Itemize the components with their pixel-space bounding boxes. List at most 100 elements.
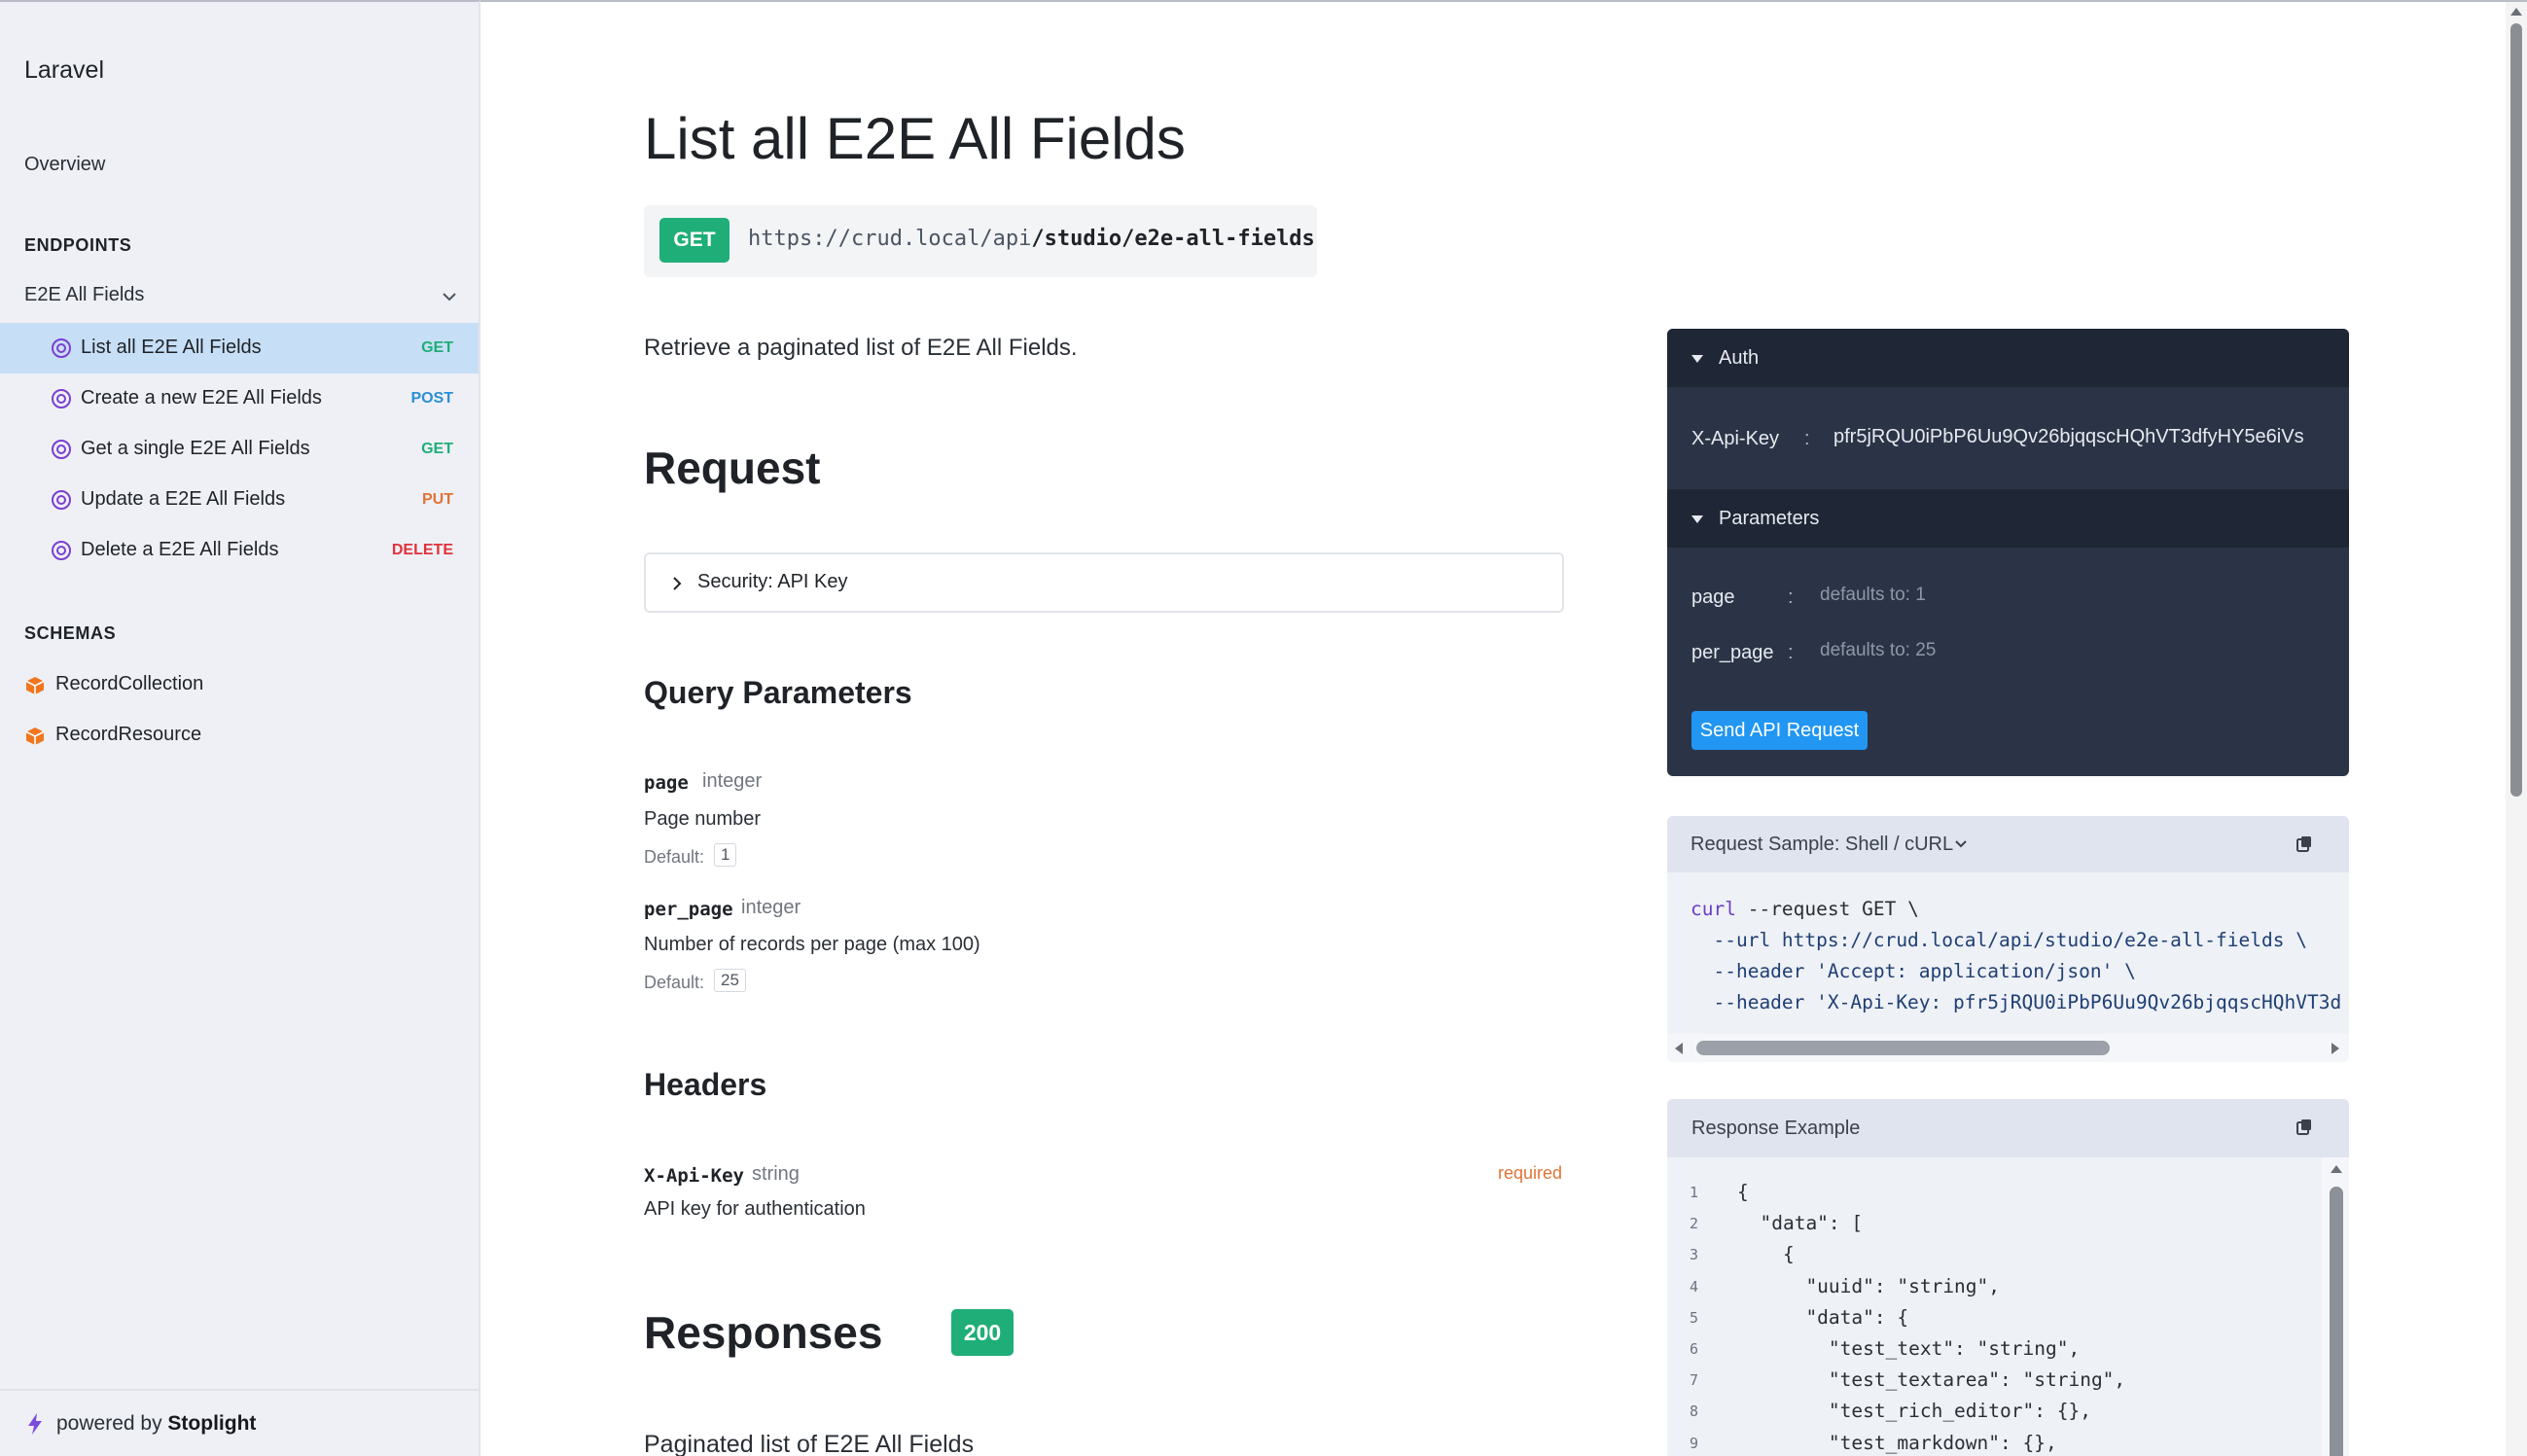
code-line: 9 "test_markdown": {}, [1667, 1428, 2319, 1456]
param-default-value: 25 [714, 969, 746, 992]
scrollbar-thumb[interactable] [1696, 1041, 2110, 1055]
code-text: --url https://crud.local/api/studio/e2e-… [1691, 929, 2307, 951]
colon: : [1788, 586, 1794, 608]
top-border [480, 0, 2527, 2]
param-name-page: page [644, 772, 689, 794]
header-description: API key for authentication [644, 1198, 866, 1220]
scroll-right-arrow-icon[interactable] [2330, 1042, 2341, 1055]
param-type: integer [702, 770, 763, 792]
sidebar-item-create[interactable]: Create a new E2E All Fields POST [0, 373, 479, 424]
endpoint-group-toggle[interactable]: E2E All Fields [24, 284, 460, 313]
code-command: curl [1691, 898, 1736, 920]
param-default-label: Default: [644, 973, 705, 992]
sidebar-item-update[interactable]: Update a E2E All Fields PUT [0, 475, 479, 525]
scroll-left-arrow-icon[interactable] [1673, 1042, 1685, 1055]
sidebar-item-list-all[interactable]: List all E2E All Fields GET [0, 323, 479, 373]
code-line: --url https://crud.local/api/studio/e2e-… [1691, 925, 2341, 956]
param-key-per-page: per_page [1691, 642, 1774, 663]
line-number: 8 [1690, 1403, 1699, 1421]
powered-by-footer[interactable]: powered by Stoplight [0, 1389, 479, 1456]
sidebar-item-label: Create a new E2E All Fields [81, 387, 322, 408]
code-text: "test_textarea": "string", [1737, 1368, 2126, 1392]
method-badge-delete: DELETE [391, 542, 453, 558]
caret-down-icon [1691, 515, 1703, 523]
endpoint-target-icon [52, 440, 71, 459]
sidebar-item-delete[interactable]: Delete a E2E All Fields DELETE [0, 525, 479, 576]
code-line: 6 "test_text": "string", [1667, 1333, 2319, 1365]
powered-by-prefix: powered by [56, 1412, 162, 1435]
curl-code-block: curl --request GET \ --url https://crud.… [1691, 894, 2341, 1018]
code-line: 7 "test_textarea": "string", [1667, 1365, 2319, 1396]
response-code-tab-200[interactable]: 200 [951, 1309, 1014, 1356]
horizontal-scrollbar[interactable] [1667, 1034, 2349, 1062]
line-number: 9 [1690, 1434, 1699, 1452]
code-line: 1{ [1667, 1177, 2319, 1208]
code-line: 4 "uuid": "string", [1667, 1271, 2319, 1302]
endpoint-target-icon [52, 389, 71, 408]
response-example-title: Response Example [1691, 1118, 1861, 1139]
code-text: "test_rich_editor": {}, [1737, 1400, 2091, 1423]
line-number: 5 [1690, 1308, 1699, 1327]
code-line: curl --request GET \ [1691, 894, 2341, 925]
page-scrollbar[interactable] [2506, 2, 2527, 1456]
security-label: Security: API Key [697, 571, 848, 592]
response-example-panel: Response Example 1{2 "data": [3 {4 "uuid… [1667, 1099, 2349, 1456]
code-text: --request GET \ [1735, 898, 1919, 920]
page-scrollbar-thumb[interactable] [2510, 23, 2522, 797]
schemas-section-title: SCHEMAS [24, 623, 117, 643]
sidebar-item-label: Delete a E2E All Fields [81, 539, 279, 560]
code-text: { [1737, 1243, 1795, 1266]
endpoint-url[interactable]: https://crud.local/api/studio/e2e-all-fi… [748, 227, 1315, 251]
method-badge: GET [659, 218, 730, 263]
request-sample-panel: Request Sample: Shell / cURL curl --requ… [1667, 816, 2349, 1062]
chevron-down-icon [443, 293, 456, 302]
method-badge-get: GET [421, 441, 453, 457]
scroll-up-arrow-icon[interactable] [2509, 6, 2523, 18]
endpoints-section-title: ENDPOINTS [24, 235, 132, 255]
sidebar-item-overview[interactable]: Overview [24, 154, 105, 176]
copy-icon[interactable] [2295, 1118, 2314, 1137]
send-api-request-button[interactable]: Send API Request [1691, 711, 1868, 750]
page-input[interactable]: defaults to: 1 [1820, 585, 1926, 606]
sidebar-item-get-single[interactable]: Get a single E2E All Fields GET [0, 424, 479, 475]
parameters-section-toggle[interactable]: Parameters [1667, 489, 2349, 548]
caret-down-icon [1691, 355, 1703, 363]
line-number: 2 [1690, 1215, 1699, 1233]
parameters-label: Parameters [1719, 508, 1820, 529]
responses-heading: Responses [644, 1307, 883, 1358]
page-title: List all E2E All Fields [644, 106, 1186, 171]
param-name-per-page: per_page [644, 899, 733, 920]
sidebar-item-label: List all E2E All Fields [81, 337, 262, 358]
headers-heading: Headers [644, 1067, 767, 1102]
sidebar: Laravel Overview ENDPOINTS E2E All Field… [0, 0, 480, 1456]
method-badge-post: POST [410, 390, 453, 407]
code-line: --header 'X-Api-Key: pfr5jRQU0iPbP6Uu9Qv… [1691, 987, 2341, 1018]
per-page-input[interactable]: defaults to: 25 [1820, 640, 1936, 661]
schema-label: RecordCollection [55, 673, 204, 694]
api-key-label: X-Api-Key [1691, 428, 1780, 449]
chevron-down-icon[interactable] [1953, 837, 1969, 851]
param-default-value: 1 [714, 843, 737, 867]
endpoint-target-icon [52, 338, 71, 358]
code-text: "test_text": "string", [1737, 1336, 2081, 1360]
line-number: 6 [1690, 1339, 1699, 1358]
url-base: https://crud.local/api [748, 227, 1032, 251]
colon: : [1804, 428, 1810, 449]
endpoint-target-icon [52, 490, 71, 510]
api-key-input[interactable]: pfr5jRQU0iPbP6Uu9Qv26bjqqscHQhVT3dfyHY5e… [1833, 426, 2339, 448]
stoplight-brand: Stoplight [167, 1412, 257, 1435]
scrollbar-thumb[interactable] [2330, 1187, 2343, 1456]
language-selector[interactable]: Request Sample: Shell / cURL [1691, 834, 1953, 856]
security-accordion[interactable]: Security: API Key [644, 552, 1564, 613]
method-badge-get: GET [421, 339, 453, 356]
scroll-up-arrow-icon[interactable] [2330, 1163, 2343, 1175]
endpoint-target-icon [52, 541, 71, 560]
brand-title[interactable]: Laravel [24, 56, 104, 85]
line-number: 4 [1690, 1277, 1699, 1296]
code-text: "data": { [1737, 1305, 1909, 1329]
vertical-scrollbar[interactable] [2322, 1157, 2349, 1456]
auth-label: Auth [1719, 347, 1760, 369]
copy-icon[interactable] [2295, 835, 2314, 854]
auth-section-toggle[interactable]: Auth [1667, 329, 2349, 387]
code-line: 5 "data": { [1667, 1302, 2319, 1333]
